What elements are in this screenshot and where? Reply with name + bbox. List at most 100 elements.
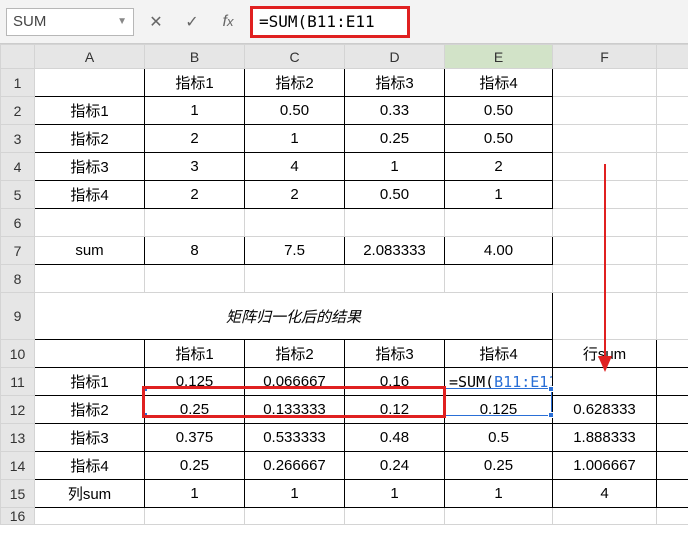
cell[interactable] — [657, 181, 688, 209]
cell[interactable] — [345, 508, 445, 525]
row-header[interactable]: 14 — [1, 452, 35, 480]
cell[interactable]: 0.16 — [345, 368, 445, 396]
cell[interactable]: 0.25 — [145, 452, 245, 480]
cell[interactable]: 1 — [445, 181, 553, 209]
row-header[interactable]: 16 — [1, 508, 35, 525]
cancel-icon[interactable]: ✕ — [142, 8, 170, 36]
name-box[interactable]: SUM ▼ — [6, 8, 134, 36]
cell[interactable]: 1 — [145, 480, 245, 508]
cell[interactable]: 1 — [245, 125, 345, 153]
cell[interactable] — [553, 69, 657, 97]
row-header[interactable]: 5 — [1, 181, 35, 209]
cell[interactable]: 2 — [145, 181, 245, 209]
cell[interactable] — [35, 508, 145, 525]
fx-icon[interactable]: fx — [214, 8, 242, 36]
cell[interactable]: 0.48 — [345, 424, 445, 452]
active-cell[interactable]: =SUM(B11:E11) — [445, 368, 553, 396]
row-header[interactable]: 1 — [1, 69, 35, 97]
cell[interactable] — [657, 340, 688, 368]
cell[interactable]: 指标1 — [35, 368, 145, 396]
cell[interactable]: 4 — [245, 153, 345, 181]
cell[interactable] — [245, 209, 345, 237]
cell[interactable] — [553, 125, 657, 153]
cell[interactable]: 0.375 — [145, 424, 245, 452]
cell[interactable]: 0.5 — [445, 424, 553, 452]
col-header-C[interactable]: C — [245, 45, 345, 69]
row-header[interactable]: 11 — [1, 368, 35, 396]
col-header-E[interactable]: E — [445, 45, 553, 69]
cell[interactable]: 指标2 — [35, 396, 145, 424]
cell[interactable]: 0.533333 — [245, 424, 345, 452]
cell[interactable] — [657, 69, 688, 97]
cell[interactable]: 0.25 — [145, 396, 245, 424]
cell[interactable]: 指标1 — [145, 340, 245, 368]
row-header[interactable]: 8 — [1, 265, 35, 293]
cell[interactable]: 1 — [445, 480, 553, 508]
row-header[interactable]: 12 — [1, 396, 35, 424]
cell[interactable] — [657, 396, 688, 424]
cell[interactable]: 指标3 — [345, 340, 445, 368]
cell[interactable] — [245, 265, 345, 293]
cell[interactable]: 0.125 — [445, 396, 553, 424]
cell[interactable] — [657, 209, 688, 237]
spreadsheet-grid[interactable]: A B C D E F 1 指标1 指标2 指标3 指标4 2 指标1 1 0.… — [0, 44, 688, 548]
cell[interactable]: 0.50 — [345, 181, 445, 209]
cell[interactable]: 0.12 — [345, 396, 445, 424]
merged-title-cell[interactable]: 矩阵归一化后的结果 — [35, 293, 553, 340]
cell[interactable]: 1 — [145, 97, 245, 125]
cell[interactable]: 1 — [345, 153, 445, 181]
cell[interactable]: 0.50 — [245, 97, 345, 125]
cell[interactable] — [145, 209, 245, 237]
cell[interactable]: 0.125 — [145, 368, 245, 396]
col-header-A[interactable]: A — [35, 45, 145, 69]
cell[interactable]: 0.266667 — [245, 452, 345, 480]
cell[interactable]: 2 — [245, 181, 345, 209]
cell[interactable]: 1.006667 — [553, 452, 657, 480]
row-header[interactable]: 4 — [1, 153, 35, 181]
cell[interactable] — [553, 293, 657, 340]
cell[interactable]: 指标3 — [35, 424, 145, 452]
cell[interactable]: 1 — [245, 480, 345, 508]
cell[interactable]: 1 — [345, 480, 445, 508]
cell[interactable] — [245, 508, 345, 525]
cell[interactable] — [35, 265, 145, 293]
cell[interactable]: 2.083333 — [345, 237, 445, 265]
cell[interactable]: 指标3 — [345, 69, 445, 97]
cell[interactable]: 指标4 — [35, 452, 145, 480]
cell[interactable] — [657, 125, 688, 153]
cell[interactable]: 0.33 — [345, 97, 445, 125]
cell[interactable]: 0.25 — [345, 125, 445, 153]
cell[interactable] — [657, 368, 688, 396]
cell[interactable]: 0.50 — [445, 125, 553, 153]
cell[interactable] — [657, 508, 688, 525]
cell[interactable]: 指标2 — [35, 125, 145, 153]
cell[interactable] — [657, 293, 688, 340]
cell[interactable] — [445, 508, 553, 525]
cell[interactable] — [553, 209, 657, 237]
cell[interactable] — [35, 69, 145, 97]
cell[interactable]: 0.133333 — [245, 396, 345, 424]
cell[interactable]: 0.628333 — [553, 396, 657, 424]
cell[interactable] — [553, 237, 657, 265]
cell[interactable] — [35, 340, 145, 368]
cell[interactable] — [553, 508, 657, 525]
row-header[interactable]: 15 — [1, 480, 35, 508]
cell[interactable] — [145, 265, 245, 293]
row-header[interactable]: 9 — [1, 293, 35, 340]
enter-icon[interactable]: ✓ — [178, 8, 206, 36]
cell[interactable] — [35, 209, 145, 237]
cell[interactable] — [553, 265, 657, 293]
row-header[interactable]: 3 — [1, 125, 35, 153]
col-header-D[interactable]: D — [345, 45, 445, 69]
cell[interactable] — [657, 452, 688, 480]
cell[interactable] — [657, 265, 688, 293]
cell[interactable] — [553, 181, 657, 209]
cell[interactable] — [445, 209, 553, 237]
cell[interactable] — [657, 424, 688, 452]
cell[interactable]: 指标1 — [145, 69, 245, 97]
cell[interactable]: 列sum — [35, 480, 145, 508]
cell[interactable]: 4 — [553, 480, 657, 508]
row-header[interactable]: 2 — [1, 97, 35, 125]
cell[interactable]: 指标1 — [35, 97, 145, 125]
cell[interactable] — [145, 508, 245, 525]
